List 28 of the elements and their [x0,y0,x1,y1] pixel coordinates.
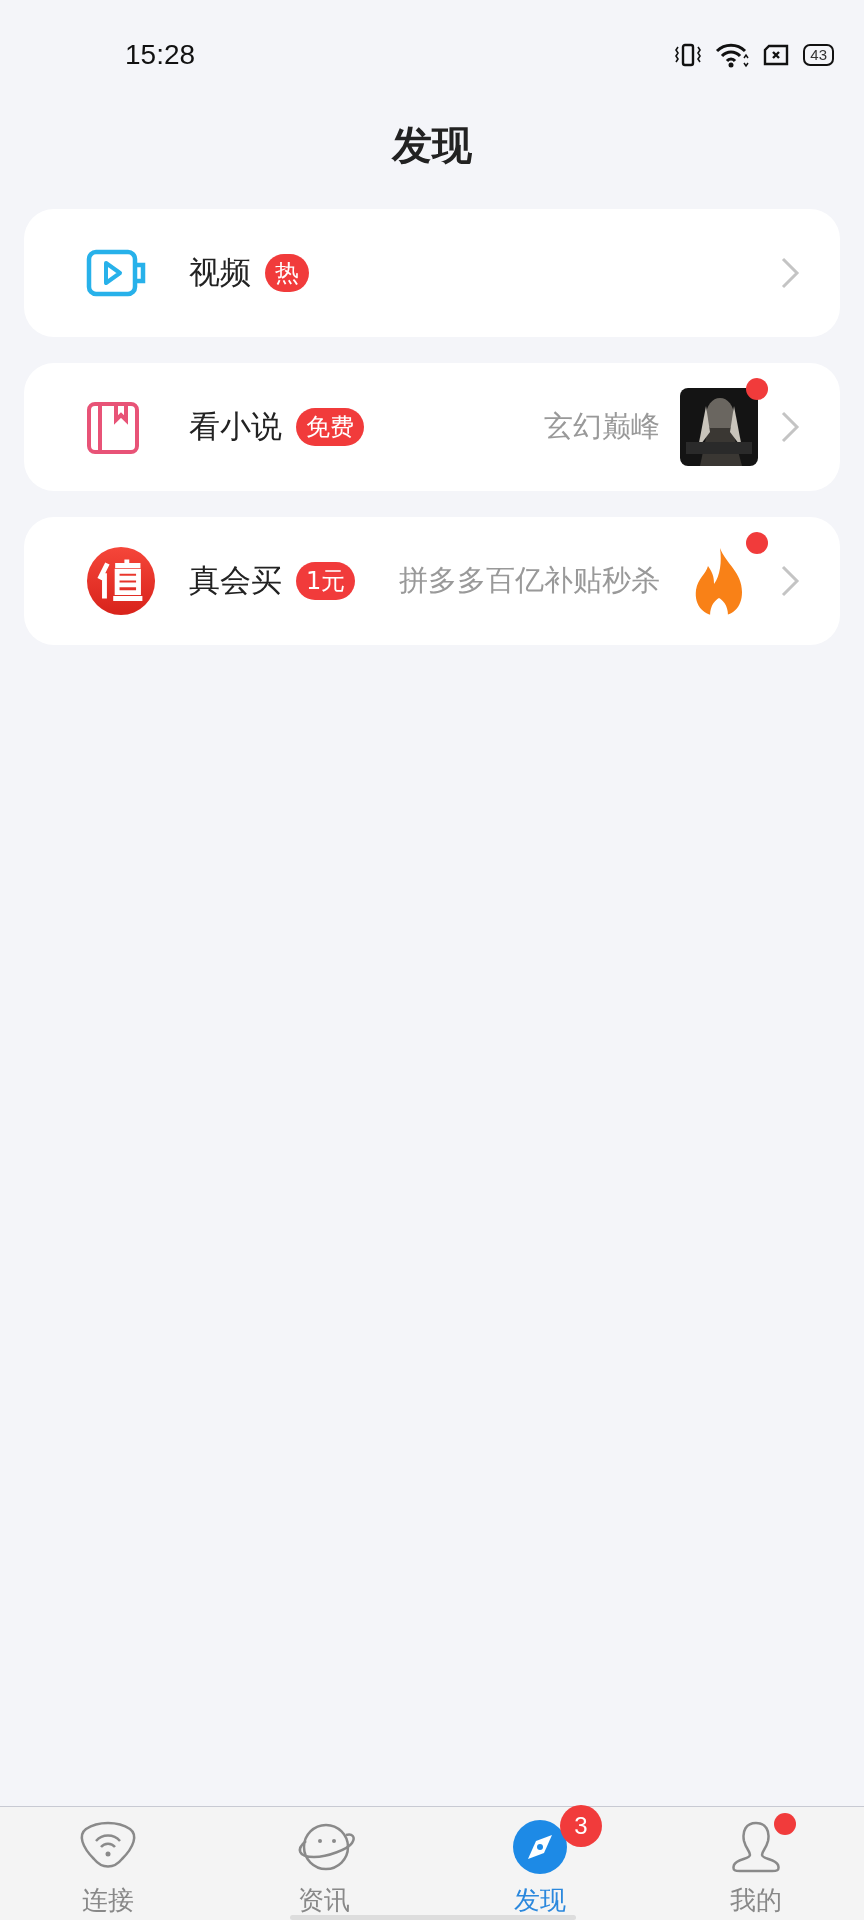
no-sim-icon [763,44,790,66]
value-logo-icon [86,545,156,617]
vibrate-icon [675,43,702,67]
item-subtitle: 玄幻巅峰 [544,408,660,445]
nav-tab[interactable]: 我的 [648,1807,864,1918]
item-label: 真会买 [189,561,282,600]
chevron-right-icon [780,256,800,290]
item-label: 视频 [189,253,251,292]
page-title: 发现 [390,121,473,170]
count-badge: 3 [560,1805,602,1847]
compass-icon [512,1819,568,1875]
item-subtitle: 拼多多百亿补贴秒杀 [399,562,660,599]
list-card[interactable]: 真会买 1元 拼多多百亿补贴秒杀 [24,517,840,645]
tag-label: 免费 [296,408,364,446]
list-card[interactable]: 视频 热 [24,209,840,337]
chevron-right-icon [780,564,800,598]
wifi-icon [715,42,750,68]
status-time: 15:28 [125,39,196,71]
list-card[interactable]: 看小说 免费 玄幻巅峰 [24,363,840,491]
battery-level: 43 [803,44,834,66]
item-label: 看小说 [189,407,282,446]
tag-label: 1元 [296,562,356,600]
nav-tab[interactable]: 连接 [0,1807,216,1918]
video-icon [86,249,148,297]
tag-label: 热 [265,254,309,292]
nav-tab[interactable]: 资讯 [216,1807,432,1918]
book-icon [86,399,140,455]
chevron-right-icon [780,410,800,444]
